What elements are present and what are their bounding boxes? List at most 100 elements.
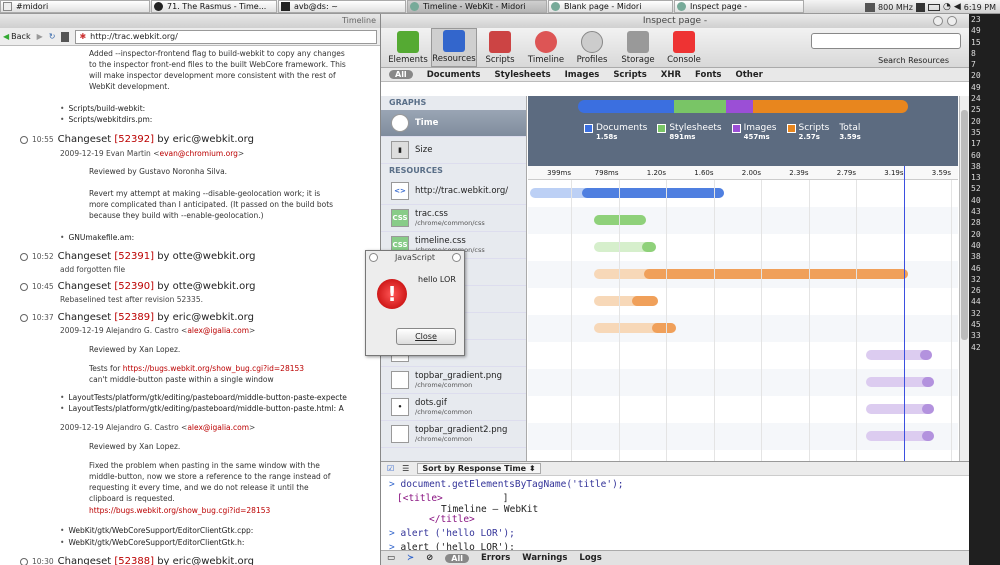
url-field[interactable]: ✱ http://trac.webkit.org/ bbox=[75, 29, 377, 44]
console-footer: ▭ ≻ ⊘ All Errors Warnings Logs bbox=[381, 550, 969, 565]
legend-label: Documents 1.58s bbox=[596, 123, 648, 141]
footer-filter-logs[interactable]: Logs bbox=[579, 553, 601, 563]
tab-console[interactable]: Console bbox=[661, 28, 707, 67]
timeline-row[interactable] bbox=[528, 396, 958, 423]
filter-fonts[interactable]: Fonts bbox=[695, 70, 721, 80]
resource-item[interactable]: CSS trac.css/chrome/common/css bbox=[381, 205, 526, 232]
task-inspect-page[interactable]: Inspect page - bbox=[674, 0, 804, 13]
javascript-alert-dialog: JavaScript ! hello LOR Close bbox=[365, 250, 465, 356]
monitor-value: 33 bbox=[971, 331, 981, 341]
timeline-row[interactable] bbox=[528, 342, 958, 369]
minimize-button[interactable] bbox=[933, 16, 943, 26]
filter-other[interactable]: Other bbox=[736, 70, 763, 80]
timeline-row[interactable] bbox=[528, 234, 958, 261]
footer-filter-errors[interactable]: Errors bbox=[481, 553, 510, 563]
search-input[interactable] bbox=[811, 33, 961, 49]
checkbox-icon[interactable]: ☑ bbox=[387, 464, 394, 473]
changeset-link[interactable]: [52389] bbox=[114, 312, 154, 323]
back-button[interactable]: ◀ Back bbox=[3, 32, 31, 41]
filter-all[interactable]: All bbox=[389, 70, 413, 79]
timeline-row[interactable] bbox=[528, 423, 958, 450]
changeset-link[interactable]: [52390] bbox=[114, 281, 154, 292]
graph-item-size[interactable]: ▮ Size bbox=[381, 137, 526, 164]
tab-profiles[interactable]: Profiles bbox=[569, 28, 615, 67]
summary-segment bbox=[726, 100, 753, 113]
cpu-frequency[interactable]: 800 MHz bbox=[878, 3, 913, 12]
filter-scripts[interactable]: Scripts bbox=[613, 70, 646, 80]
wifi-icon[interactable]: ◔ bbox=[943, 2, 951, 12]
battery-icon[interactable] bbox=[927, 3, 940, 11]
timeline-row[interactable] bbox=[528, 288, 958, 315]
list-icon[interactable]: ☰ bbox=[402, 464, 409, 473]
tab-timeline[interactable]: Timeline bbox=[523, 28, 569, 67]
bug-link[interactable]: https://bugs.webkit.org/show_bug.cgi?id=… bbox=[89, 506, 270, 515]
file-icon bbox=[391, 371, 409, 389]
monitor-value: 44 bbox=[971, 297, 981, 307]
task-music[interactable]: 71. The Rasmus - Time... bbox=[151, 0, 277, 13]
monitor-value: 26 bbox=[971, 286, 981, 296]
close-button[interactable]: Close bbox=[396, 328, 456, 345]
console-bar: ☑ ☰ Sort by Response Time ⬍ bbox=[381, 462, 969, 476]
filter-images[interactable]: Images bbox=[565, 70, 600, 80]
tick-label: 2.79s bbox=[836, 169, 856, 177]
midori-icon bbox=[410, 2, 419, 11]
legend-swatch bbox=[786, 124, 796, 133]
midori-icon bbox=[677, 2, 686, 11]
footer-filter-all[interactable]: All bbox=[445, 553, 469, 563]
reload-icon[interactable]: ↻ bbox=[49, 32, 56, 41]
file-bullet: WebKit/gtk/WebCoreSupport/EditorClientGt… bbox=[60, 525, 253, 536]
filter-xhr[interactable]: XHR bbox=[661, 70, 681, 80]
task-blank-midori[interactable]: Blank page - Midori bbox=[548, 0, 673, 13]
close-window-button[interactable] bbox=[947, 16, 957, 26]
network-icon[interactable] bbox=[915, 2, 925, 12]
dock-icon[interactable]: ▭ bbox=[387, 553, 395, 563]
midori-icon bbox=[551, 2, 560, 11]
legend-item: Total 3.59s bbox=[839, 123, 860, 141]
dialog-menu-icon[interactable] bbox=[369, 253, 378, 262]
tab-resources[interactable]: Resources bbox=[431, 28, 477, 67]
resource-item[interactable]: topbar_gradient.png/chrome/common bbox=[381, 367, 526, 394]
email-link[interactable]: alex@igalia.com bbox=[187, 423, 249, 432]
task-timeline-midori[interactable]: Timeline - WebKit - Midori bbox=[407, 0, 547, 13]
monitor-value: 15 bbox=[971, 37, 981, 47]
task-terminal[interactable]: avb@ds: ~ bbox=[278, 0, 406, 13]
changeset-row: 10:37 Changeset [52389] by eric@webkit.or… bbox=[0, 312, 380, 323]
monitor-value: 20 bbox=[971, 116, 981, 126]
clear-icon[interactable]: ⊘ bbox=[426, 553, 433, 563]
email-link[interactable]: alex@igalia.com bbox=[187, 326, 249, 335]
footer-filter-warnings[interactable]: Warnings bbox=[522, 553, 567, 563]
graph-item-time[interactable]: ◷ Time bbox=[381, 110, 526, 137]
cpu-icon bbox=[865, 2, 876, 12]
tab-storage[interactable]: Storage bbox=[615, 28, 661, 67]
dialog-close-icon[interactable] bbox=[452, 253, 461, 262]
timeline-row[interactable] bbox=[528, 369, 958, 396]
forward-icon[interactable]: ▶ bbox=[37, 32, 43, 41]
scrollbar[interactable] bbox=[959, 96, 969, 461]
console-toggle-icon[interactable]: ≻ bbox=[407, 553, 414, 563]
tab-scripts[interactable]: Scripts bbox=[477, 28, 523, 67]
volume-icon[interactable]: ◀ bbox=[954, 2, 961, 12]
filter-stylesheets[interactable]: Stylesheets bbox=[494, 70, 550, 80]
timeline-row[interactable] bbox=[528, 315, 958, 342]
resource-item[interactable]: • dots.gif/chrome/common bbox=[381, 394, 526, 421]
bookmark-icon[interactable] bbox=[61, 31, 70, 42]
changeset-link[interactable]: [52392] bbox=[114, 134, 154, 145]
resource-item[interactable]: topbar_gradient2.png/chrome/common bbox=[381, 421, 526, 448]
load-marker-line bbox=[904, 166, 905, 461]
timeline-row[interactable] bbox=[528, 261, 958, 288]
tab-elements[interactable]: Elements bbox=[385, 28, 431, 67]
sort-dropdown[interactable]: Sort by Response Time ⬍ bbox=[417, 463, 541, 474]
timeline-row[interactable] bbox=[528, 207, 958, 234]
filter-documents[interactable]: Documents bbox=[427, 70, 481, 80]
changeset-link[interactable]: [52391] bbox=[114, 251, 154, 262]
changeset-link[interactable]: [52388] bbox=[114, 556, 154, 565]
timeline-row[interactable] bbox=[528, 180, 958, 207]
bug-link[interactable]: https://bugs.webkit.org/show_bug.cgi?id=… bbox=[123, 364, 304, 373]
resource-item[interactable]: <> http://trac.webkit.org/ bbox=[381, 178, 526, 205]
monitor-value: 49 bbox=[971, 82, 981, 92]
clock[interactable]: 6:19 PM bbox=[964, 3, 996, 12]
timing-graph: Documents 1.58s Stylesheets 891ms Images 457m… bbox=[528, 96, 958, 166]
task-midori-irc[interactable]: #midori bbox=[0, 0, 150, 13]
changeset-row: 10:55 Changeset [52392] by eric@webkit.or… bbox=[0, 134, 380, 145]
email-link[interactable]: evan@chromium.org bbox=[159, 149, 237, 158]
